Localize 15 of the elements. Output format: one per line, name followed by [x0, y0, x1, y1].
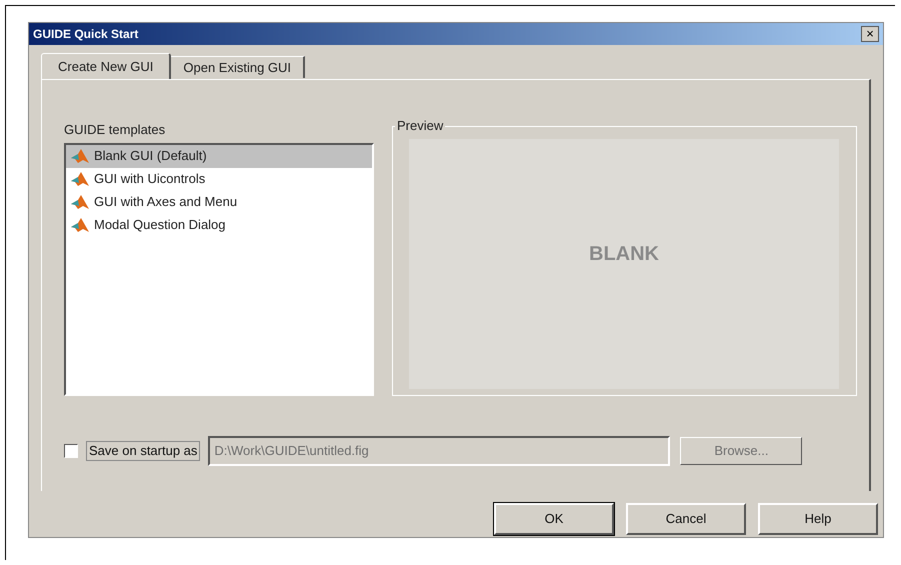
dialog-button[interactable]: Help [758, 503, 878, 535]
peaks-logo-icon [70, 217, 90, 233]
templates-label: GUIDE templates [64, 121, 166, 139]
peaks-logo-icon [70, 171, 90, 187]
peaks-logo-icon [70, 194, 90, 210]
window-title: GUIDE Quick Start [33, 26, 138, 43]
tab[interactable]: Open Existing GUI [171, 56, 306, 78]
save-label: Save on startup as [86, 441, 200, 461]
dialog-button[interactable]: Cancel [626, 503, 746, 535]
close-button[interactable]: × [861, 26, 879, 42]
preview-text: BLANK [589, 242, 659, 267]
tab[interactable]: Create New GUI [41, 53, 172, 79]
template-item[interactable]: Blank GUI (Default) [66, 144, 372, 168]
peaks-logo-icon [70, 148, 90, 164]
dialog-button[interactable]: OK [494, 503, 614, 535]
